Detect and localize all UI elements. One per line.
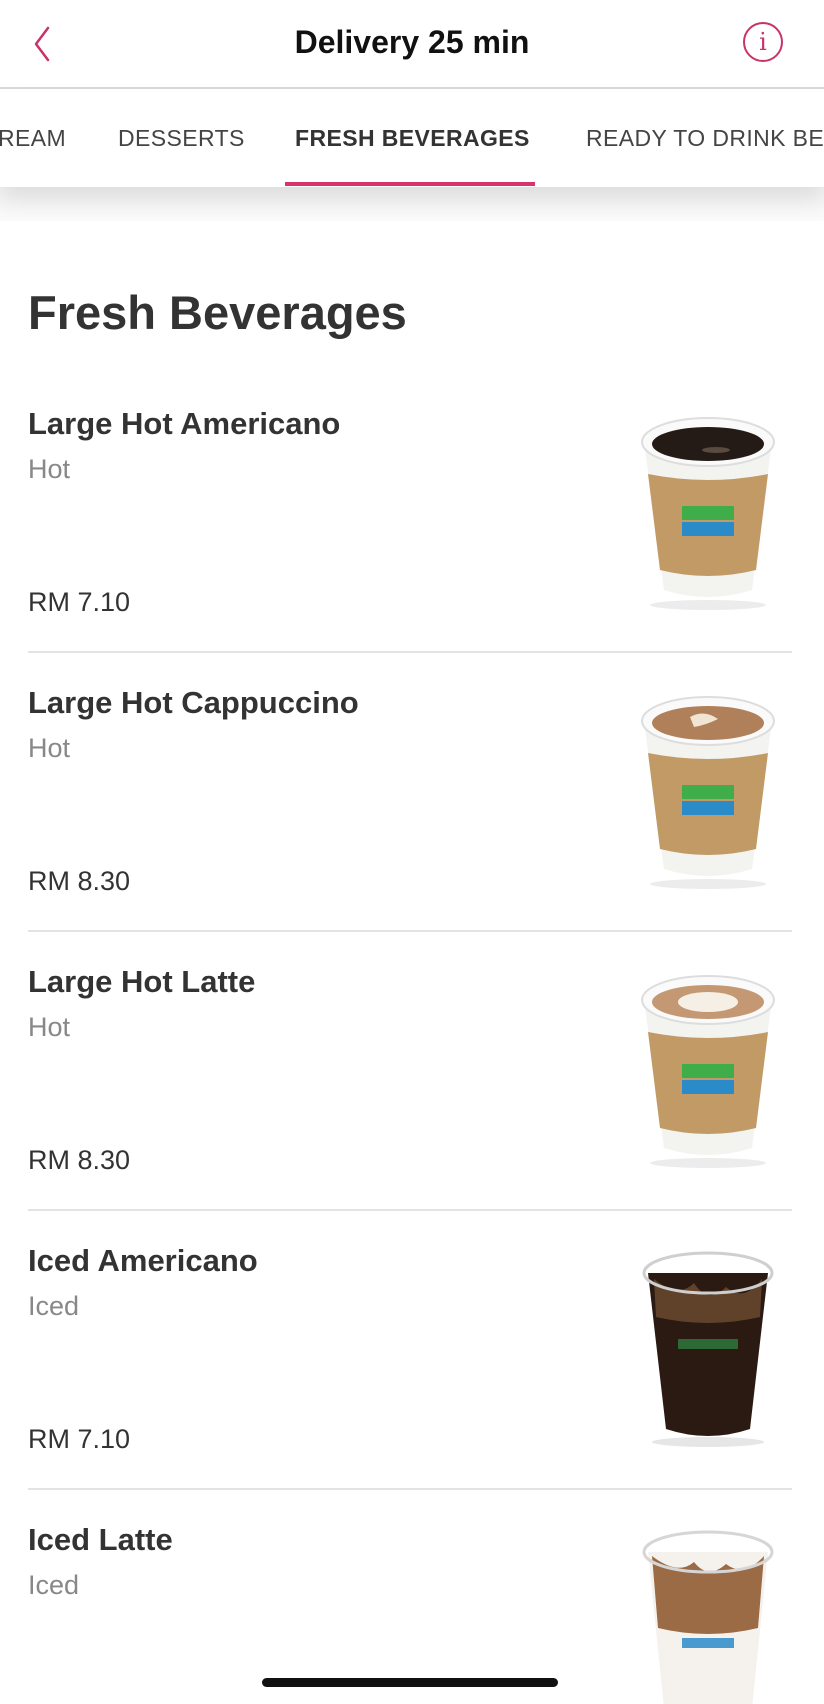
iced-americano-image — [642, 1251, 774, 1447]
item-price: RM 7.10 — [28, 587, 131, 617]
item-variant: Iced — [28, 1570, 80, 1600]
tab-desserts[interactable]: DESSERTS — [118, 89, 245, 187]
hot-latte-image — [641, 975, 775, 1168]
item-name: Iced Latte — [28, 1522, 173, 1557]
item-divider — [28, 1209, 792, 1211]
menu-item[interactable]: Large Hot Latte Hot RM 8.30 — [28, 942, 792, 1221]
item-price: RM 8.30 — [28, 1145, 131, 1175]
hot-cappuccino-image — [641, 696, 775, 889]
menu-item[interactable]: Iced Americano Iced RM 7.10 — [28, 1221, 792, 1500]
menu-item[interactable]: Large Hot Americano Hot RM 7.10 — [28, 384, 792, 663]
item-name: Large Hot Cappuccino — [28, 685, 359, 720]
active-tab-indicator — [285, 182, 535, 186]
item-divider — [28, 1488, 792, 1490]
tab-ready-to-drink-beverages[interactable]: READY TO DRINK BEV — [586, 89, 824, 187]
item-name: Large Hot Latte — [28, 964, 256, 999]
item-divider — [28, 651, 792, 653]
tab-fresh-beverages[interactable]: FRESH BEVERAGES — [295, 89, 530, 187]
item-price: RM 7.10 — [28, 1424, 131, 1454]
menu-item[interactable]: Large Hot Cappuccino Hot RM 8.30 — [28, 663, 792, 942]
item-variant: Hot — [28, 1012, 71, 1042]
item-variant: Hot — [28, 454, 71, 484]
iced-latte-image — [642, 1530, 774, 1704]
app-screen: Delivery 25 min i REAM DESSERTS FRESH BE… — [0, 0, 824, 1704]
category-tabs: REAM DESSERTS FRESH BEVERAGES READY TO D… — [0, 89, 824, 187]
info-icon: i — [759, 28, 767, 56]
item-price: RM 8.30 — [28, 866, 131, 896]
page-title: Delivery 25 min — [294, 24, 530, 60]
item-divider — [28, 930, 792, 932]
hot-americano-image — [641, 417, 775, 610]
menu-item[interactable]: Iced Latte Iced — [28, 1500, 792, 1704]
item-variant: Hot — [28, 733, 71, 763]
info-button[interactable]: i — [743, 22, 783, 62]
home-indicator — [262, 1678, 558, 1687]
item-name: Large Hot Americano — [28, 406, 341, 441]
top-bar: Delivery 25 min i — [0, 0, 824, 89]
section-title: Fresh Beverages — [28, 286, 407, 339]
item-variant: Iced — [28, 1291, 80, 1321]
tab-ice-cream[interactable]: REAM — [0, 89, 66, 187]
tabs-shadow — [0, 187, 824, 221]
item-name: Iced Americano — [28, 1243, 258, 1278]
